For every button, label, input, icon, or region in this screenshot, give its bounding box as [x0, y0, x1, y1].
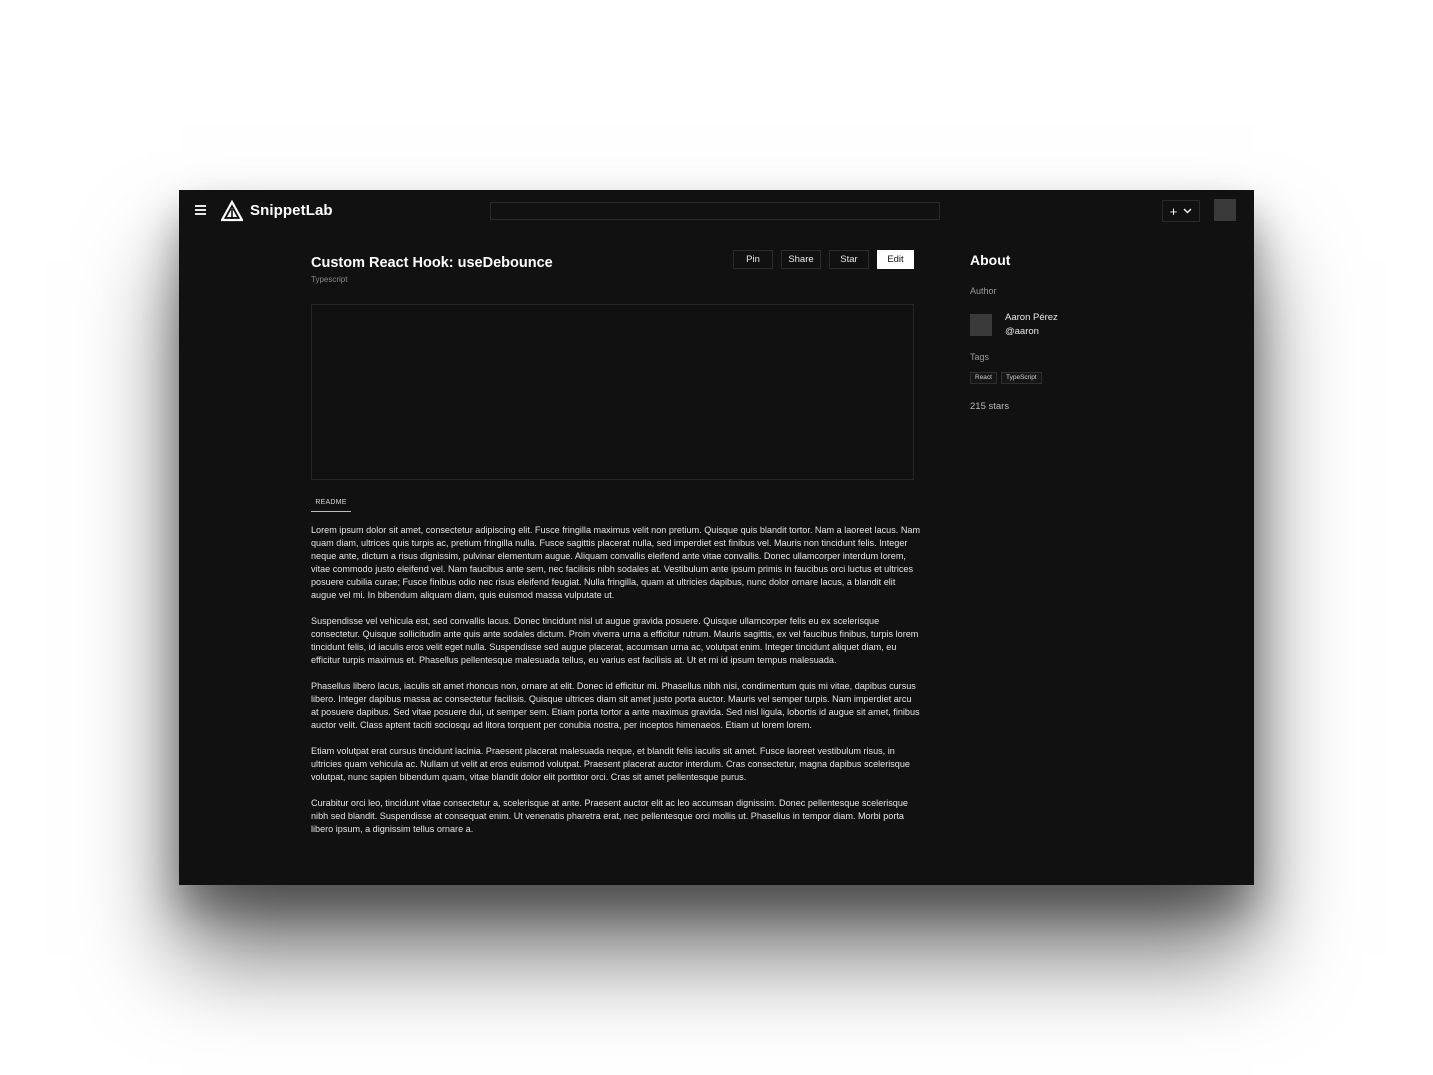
tag-react[interactable]: React [970, 372, 997, 384]
readme-paragraph: Etiam volutpat erat cursus tincidunt lac… [311, 746, 910, 782]
tab-readme[interactable]: README [311, 499, 351, 512]
author-label: Author [970, 286, 997, 296]
app-window: SnippetLab + Custom React Hook: useDebou… [179, 190, 1254, 885]
tag-typescript[interactable]: TypeScript [1000, 372, 1042, 384]
plus-icon: + [1169, 203, 1178, 219]
tags-label: Tags [970, 352, 990, 362]
user-avatar[interactable] [1214, 199, 1236, 221]
top-bar: SnippetLab + [179, 190, 1254, 232]
readme-paragraph: Curabitur orci leo, tincidunt vitae cons… [311, 798, 908, 834]
hamburger-menu-icon[interactable] [195, 205, 206, 215]
search-input[interactable] [490, 202, 940, 220]
snippet-title: Custom React Hook: useDebounce [311, 255, 553, 271]
pin-button[interactable]: Pin [733, 250, 773, 269]
star-count: 215 stars [970, 401, 1010, 412]
chevron-down-icon [1183, 208, 1192, 214]
readme-paragraph: Suspendisse vel vehicula est, sed conval… [311, 616, 919, 665]
code-editor[interactable] [311, 304, 914, 480]
star-button[interactable]: Star [829, 250, 869, 269]
brand-name[interactable]: SnippetLab [250, 202, 333, 219]
readme-paragraph: Phasellus libero lacus, iaculis sit amet… [311, 681, 920, 730]
edit-button[interactable]: Edit [877, 250, 914, 269]
about-heading: About [970, 252, 1011, 268]
snippetlab-logo-icon[interactable] [221, 200, 243, 222]
snippet-language: Typescript [311, 275, 348, 284]
create-new-dropdown-button[interactable]: + [1162, 200, 1200, 222]
author-name[interactable]: Aaron Pérez [1005, 312, 1058, 323]
author-avatar[interactable] [970, 314, 992, 336]
share-button[interactable]: Share [781, 250, 821, 269]
readme-paragraph: Lorem ipsum dolor sit amet, consectetur … [311, 525, 921, 600]
author-handle[interactable]: @aaron [1005, 326, 1039, 337]
readme-content: Lorem ipsum dolor sit amet, consectetur … [311, 524, 921, 849]
tag-list: React TypeScript [970, 372, 1042, 384]
